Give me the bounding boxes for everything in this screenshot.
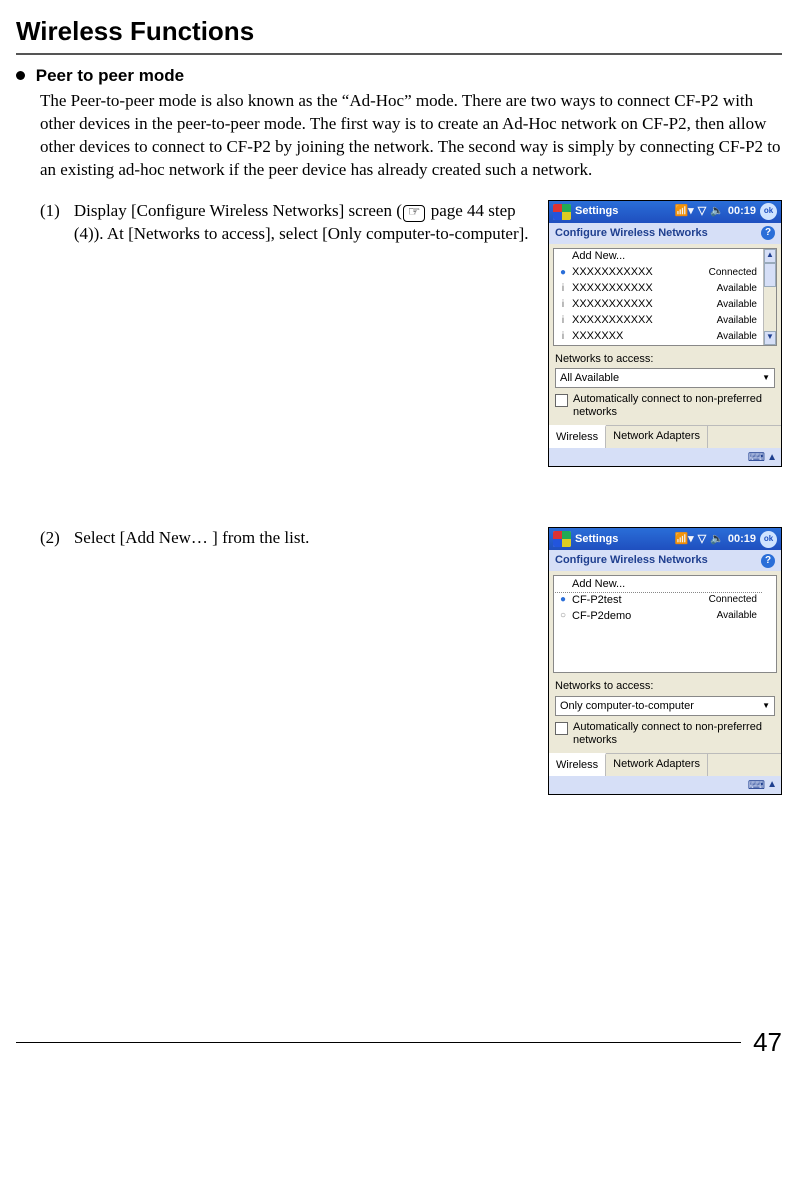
dropdown-value: All Available [560, 371, 760, 386]
step-2-number: (2) [40, 527, 60, 550]
row-name[interactable]: XXXXXXXXXXX [572, 281, 713, 296]
scroll-down-button[interactable]: ▼ [764, 331, 776, 345]
window-caption: Configure Wireless Networks ? [549, 223, 781, 244]
tab-wireless[interactable]: Wireless [549, 425, 606, 448]
screenshot-2: Settings 📶▾ ▽ 🔈 00:19 ok Configure Wirel… [548, 527, 782, 795]
speaker-icon[interactable]: 🔈 [710, 204, 724, 219]
row-status: Available [717, 330, 759, 344]
auto-connect-checkbox[interactable] [555, 722, 568, 735]
row-name[interactable]: Add New... [572, 249, 753, 264]
connected-icon: ● [558, 593, 568, 607]
help-icon[interactable]: ? [761, 554, 775, 568]
bullet-icon [16, 71, 25, 80]
row-name[interactable]: XXXXXXXXXXX [572, 313, 713, 328]
sip-bar: ⌨ ▲ [549, 776, 781, 794]
networks-to-access-dropdown[interactable]: Only computer-to-computer ▼ [555, 696, 775, 716]
info-icon: i [558, 314, 568, 328]
scroll-thumb[interactable] [764, 263, 776, 287]
scrollbar[interactable]: ▲ ▼ [763, 249, 776, 345]
section-head-text: Peer to peer mode [36, 66, 184, 85]
section-heading: Peer to peer mode [16, 65, 782, 88]
ok-button[interactable]: ok [760, 531, 777, 548]
speaker-icon[interactable]: 🔈 [710, 532, 724, 547]
clock-text: 00:19 [728, 204, 756, 219]
window-caption: Configure Wireless Networks ? [549, 550, 781, 571]
page-footer: 47 [16, 1025, 782, 1060]
signal-icon[interactable]: 📶▾ [674, 532, 693, 547]
step-1-text: Display [Configure Wireless Networks] sc… [74, 200, 534, 246]
step-1: (1) Display [Configure Wireless Networks… [40, 200, 782, 468]
sip-up-icon[interactable]: ▲ [767, 451, 777, 465]
titlebar: Settings 📶▾ ▽ 🔈 00:19 ok [549, 528, 781, 550]
scroll-track[interactable] [764, 263, 776, 331]
tab-bar: Wireless Network Adapters [549, 425, 781, 448]
scroll-up-button[interactable]: ▲ [764, 249, 776, 263]
chevron-down-icon: ▼ [760, 373, 772, 384]
pointing-hand-icon: ☞ [403, 205, 426, 222]
info-icon: i [558, 298, 568, 312]
titlebar: Settings 📶▾ ▽ 🔈 00:19 ok [549, 201, 781, 223]
step-2-text: Select [Add New… ] from the list. [74, 527, 534, 550]
row-status: Available [717, 282, 759, 296]
keyboard-icon[interactable]: ⌨ [748, 449, 765, 465]
networks-to-access-label: Networks to access: [555, 352, 775, 367]
networks-list-body[interactable]: Add New... ● CF-P2test Connected ○ CF-P2dem… [554, 576, 763, 672]
clock-text: 00:19 [728, 532, 756, 547]
auto-connect-label: Automatically connect to non-preferred n… [573, 393, 775, 419]
connected-icon: ● [558, 266, 568, 280]
start-flag-icon[interactable] [553, 204, 571, 220]
keyboard-icon[interactable]: ⌨ [748, 777, 765, 793]
page-number: 47 [753, 1025, 782, 1060]
tab-bar: Wireless Network Adapters [549, 753, 781, 776]
adhoc-icon: ○ [558, 609, 568, 623]
row-name[interactable]: XXXXXXXXXXX [572, 297, 713, 312]
info-icon: i [558, 282, 568, 296]
tab-wireless[interactable]: Wireless [549, 753, 606, 776]
step-2: (2) Select [Add New… ] from the list. Se… [40, 527, 782, 795]
sip-up-icon[interactable]: ▲ [767, 778, 777, 792]
auto-connect-label: Automatically connect to non-preferred n… [573, 721, 775, 747]
info-icon: i [558, 330, 568, 344]
sip-bar: ⌨ ▲ [549, 448, 781, 466]
page-title: Wireless Functions [16, 14, 782, 49]
row-status: Available [717, 609, 759, 623]
dropdown-value: Only computer-to-computer [560, 699, 760, 714]
titlebar-title: Settings [575, 532, 618, 547]
tab-network-adapters[interactable]: Network Adapters [606, 426, 708, 448]
title-rule [16, 53, 782, 55]
start-flag-icon[interactable] [553, 531, 571, 547]
row-name[interactable]: CF-P2test [572, 593, 705, 608]
networks-list: Add New... ●XXXXXXXXXXXConnected iXXXXXX… [553, 248, 777, 346]
step-1-number: (1) [40, 200, 60, 223]
auto-connect-checkbox[interactable] [555, 394, 568, 407]
help-icon[interactable]: ? [761, 226, 775, 240]
row-name[interactable]: Add New... [572, 577, 753, 592]
networks-to-access-label: Networks to access: [555, 679, 775, 694]
row-name[interactable]: XXXXXXXXXXX [572, 265, 705, 280]
ok-button[interactable]: ok [760, 203, 777, 220]
row-status: Available [717, 298, 759, 312]
row-name[interactable]: XXXXXXX [572, 329, 713, 344]
footer-rule [16, 1042, 741, 1043]
tab-network-adapters[interactable]: Network Adapters [606, 754, 708, 776]
row-status: Available [717, 314, 759, 328]
antenna-icon[interactable]: ▽ [698, 204, 706, 219]
row-status: Connected [709, 593, 759, 607]
networks-list-body[interactable]: Add New... ●XXXXXXXXXXXConnected iXXXXXX… [554, 249, 763, 345]
antenna-icon[interactable]: ▽ [698, 532, 706, 547]
intro-paragraph: The Peer-to-peer mode is also known as t… [40, 90, 782, 182]
chevron-down-icon: ▼ [760, 701, 772, 712]
titlebar-title: Settings [575, 204, 618, 219]
networks-to-access-dropdown[interactable]: All Available ▼ [555, 368, 775, 388]
row-status: Connected [709, 266, 759, 280]
signal-icon[interactable]: 📶▾ [674, 204, 693, 219]
networks-list: Add New... ● CF-P2test Connected ○ CF-P2dem… [553, 575, 777, 673]
screenshot-1: Settings 📶▾ ▽ 🔈 00:19 ok Configure Wirel… [548, 200, 782, 468]
row-name[interactable]: CF-P2demo [572, 609, 713, 624]
